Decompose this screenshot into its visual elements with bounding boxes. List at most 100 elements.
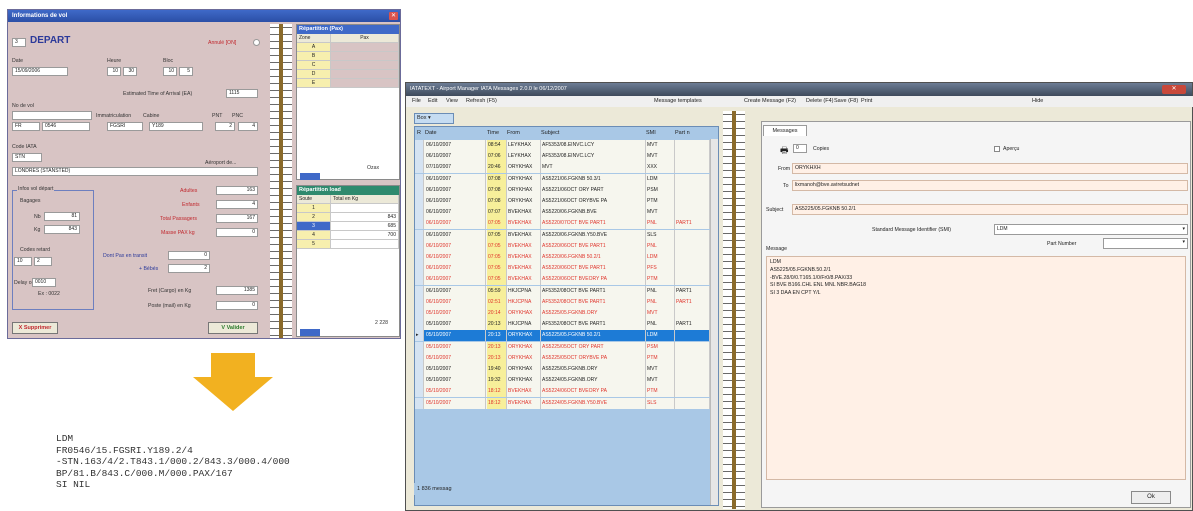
kg-field[interactable]: 843 bbox=[44, 225, 80, 234]
menu-hide[interactable]: Hide bbox=[1032, 97, 1043, 106]
smi-select[interactable]: LDM ▾ bbox=[994, 224, 1188, 235]
eta-field[interactable]: 1115 bbox=[226, 89, 258, 98]
ok-button[interactable]: Ok bbox=[1131, 491, 1171, 504]
grid-head-subject[interactable]: Subject bbox=[541, 127, 559, 139]
table-row[interactable]: 06/10/2007 07:05 BVEKHAX AS5220/06OCT BVE P… bbox=[415, 240, 718, 252]
table-row[interactable]: 06/10/2007 08:54 LEYKHAX AF5353/08.EINVC.LC… bbox=[415, 140, 718, 151]
heure-minutes-field[interactable]: 30 bbox=[123, 67, 137, 76]
rep-load-row[interactable]: 5 bbox=[297, 240, 399, 249]
grid-head-from[interactable]: From bbox=[507, 127, 520, 139]
table-row[interactable]: 05/10/2007 20:14 ORYKHAX AS5225/05.FGKNB.OR… bbox=[415, 308, 718, 319]
menu-edit[interactable]: Edit bbox=[428, 97, 437, 106]
bloc-hours-field[interactable]: 10 bbox=[163, 67, 177, 76]
bloc-minutes-field[interactable]: 5 bbox=[179, 67, 193, 76]
table-row[interactable]: 05/10/2007 20:13 ORYKHAX AS5225/05OCT ORYBV… bbox=[415, 352, 718, 364]
copies-field[interactable]: 0 bbox=[793, 144, 807, 153]
table-row[interactable]: 06/10/2007 07:05 BVEKHAX AS5220/06.FGKNB.Y5… bbox=[415, 229, 718, 241]
pnt-field[interactable]: 2 bbox=[215, 122, 235, 131]
rep-pax-row[interactable]: D bbox=[297, 70, 399, 79]
table-row[interactable]: 06/10/2007 07:07 BVEKHAX AS5220/06.FGKNB.BV… bbox=[415, 207, 718, 219]
table-row[interactable]: 05/10/2007 20:13 HKJCPNA AF5352/08OCT BVE P… bbox=[415, 319, 718, 331]
table-row[interactable]: 06/10/2007 07:06 LEYKHAX AF5353/08.EINVC.LC… bbox=[415, 151, 718, 163]
immat-field[interactable]: FGSRI bbox=[107, 122, 143, 131]
tab-messages[interactable]: Messages bbox=[763, 125, 807, 136]
menu-create-message[interactable]: Create Message (F2) bbox=[744, 97, 796, 106]
direction-select[interactable]: 3 bbox=[12, 38, 26, 47]
menu-print[interactable]: Print bbox=[861, 97, 872, 106]
rep-load-nav[interactable] bbox=[300, 329, 320, 336]
table-row[interactable]: 05/10/2007 19:32 ORYKHAX AS5224/05.FGKNB.OR… bbox=[415, 375, 718, 387]
printer-icon[interactable]: 🖶 bbox=[780, 143, 789, 159]
fret-field[interactable]: 1385 bbox=[216, 286, 258, 295]
table-row[interactable]: ▸ 05/10/2007 20:13 ORYKHAX AS5225/05.FGKNB 5… bbox=[415, 330, 718, 342]
date-field[interactable]: 15/09/2006 bbox=[12, 67, 68, 76]
from-field[interactable]: ORYKHXH bbox=[792, 163, 1188, 174]
adultes-field[interactable]: 163 bbox=[216, 186, 258, 195]
table-row[interactable]: 07/10/2007 20:46 ORYKHAX MVT XXX bbox=[415, 162, 718, 174]
table-row[interactable]: 05/10/2007 18:12 BVEKHAX AS5224/05.FGKNB.Y5… bbox=[415, 397, 718, 409]
to-field[interactable]: lixmanoh@bve.aviretsudnet bbox=[792, 180, 1188, 191]
pnc-field[interactable]: 4 bbox=[238, 122, 258, 131]
table-row[interactable]: 05/10/2007 20:13 ORYKHAX AS5225/05OCT ORY P… bbox=[415, 341, 718, 353]
airport-field[interactable]: LONDRES (STANSTED) bbox=[12, 167, 258, 176]
table-row[interactable]: 05/10/2007 19:40 ORYKHAX AS5225/05.FGKNB.OR… bbox=[415, 364, 718, 375]
table-row[interactable]: 06/10/2007 07:05 BVEKHAX AS5220/06.FGKNB 50… bbox=[415, 252, 718, 263]
menu-file[interactable]: File bbox=[412, 97, 421, 106]
bebes-field[interactable]: 2 bbox=[168, 264, 210, 273]
menu-message-templates[interactable]: Message templates bbox=[654, 97, 702, 106]
rep-pax-row[interactable]: E bbox=[297, 79, 399, 88]
table-row[interactable]: 06/10/2007 07:08 ORYKHAX AS5221/06.FGKNB 50… bbox=[415, 173, 718, 185]
table-row[interactable]: 06/10/2007 07:08 ORYKHAX AS5221/06OCT ORY P… bbox=[415, 184, 718, 196]
rep-load-row[interactable]: 4 700 bbox=[297, 231, 399, 240]
part-number-select[interactable]: ▾ bbox=[1103, 238, 1188, 249]
menu-save[interactable]: Save (F8) bbox=[834, 97, 858, 106]
total-pax-field[interactable]: 167 bbox=[216, 214, 258, 223]
poste-field[interactable]: 0 bbox=[216, 301, 258, 310]
rep-pax-row[interactable]: B bbox=[297, 52, 399, 61]
airline-field[interactable]: FR bbox=[12, 122, 40, 131]
table-row[interactable]: 05/10/2007 18:12 BVEKHAX AS5224/06OCT BVEOR… bbox=[415, 386, 718, 398]
grid-head-smi[interactable]: SMI bbox=[646, 127, 656, 139]
rep-load-row[interactable]: 2 843 bbox=[297, 213, 399, 222]
rep-pax-row[interactable]: C bbox=[297, 61, 399, 70]
menu-delete[interactable]: Delete (F4) bbox=[806, 97, 834, 106]
delay-field[interactable]: 0010 bbox=[32, 278, 56, 287]
nb-field[interactable]: 81 bbox=[44, 212, 80, 221]
close-icon[interactable]: ✕ bbox=[389, 12, 398, 20]
grid-head-r[interactable]: R bbox=[417, 127, 421, 139]
flightno-field[interactable]: 0546 bbox=[42, 122, 90, 131]
flight-select[interactable] bbox=[12, 111, 92, 120]
retard-1-field[interactable]: 10 bbox=[14, 257, 32, 266]
heure-hours-field[interactable]: 10 bbox=[107, 67, 121, 76]
enfants-field[interactable]: 4 bbox=[216, 200, 258, 209]
masse-field[interactable]: 0 bbox=[216, 228, 258, 237]
rep-pax-nav[interactable] bbox=[300, 173, 320, 180]
rep-pax-row[interactable]: A bbox=[297, 43, 399, 52]
grid-head-date[interactable]: Date bbox=[425, 127, 437, 139]
cabine-field[interactable]: Y189 bbox=[149, 122, 203, 131]
retard-2-field[interactable]: 2 bbox=[34, 257, 52, 266]
rep-load-row[interactable]: 1 bbox=[297, 204, 399, 213]
delete-button[interactable]: X Supprimer bbox=[12, 322, 58, 334]
grid-scrollbar[interactable] bbox=[710, 139, 718, 505]
table-row[interactable]: 06/10/2007 05:59 HKJCPNA AF5352/08OCT BVE P… bbox=[415, 285, 718, 297]
cancel-radio[interactable] bbox=[253, 39, 260, 46]
message-body[interactable]: LDM AS5225/05.FGKNB.50.2/1 -BVE.28/0/0.T… bbox=[766, 256, 1186, 480]
validate-button[interactable]: V Valider bbox=[208, 322, 258, 334]
close-icon[interactable]: ✕ bbox=[1162, 85, 1186, 94]
table-row[interactable]: 06/10/2007 07:05 BVEKHAX AS5220/06OCT BVE P… bbox=[415, 263, 718, 275]
menu-refresh[interactable]: Refresh (F5) bbox=[466, 97, 497, 106]
subject-field[interactable]: AS5225/05.FGKNB 50.2/1 bbox=[792, 204, 1188, 215]
table-row[interactable]: 06/10/2007 07:05 BVEKHAX AS5220/07OCT BVE P… bbox=[415, 218, 718, 230]
box-select[interactable]: Box ▾ bbox=[414, 113, 454, 124]
menu-view[interactable]: View bbox=[446, 97, 458, 106]
iata-field[interactable]: STN bbox=[12, 153, 42, 162]
table-row[interactable]: 06/10/2007 02:51 HKJCPNA AF5352/08OCT BVE P… bbox=[415, 296, 718, 308]
apercu-checkbox[interactable] bbox=[994, 146, 1000, 152]
table-row[interactable]: 06/10/2007 07:08 ORYKHAX AS5221/06OCT ORYBV… bbox=[415, 196, 718, 207]
grid-head-part[interactable]: Part n bbox=[675, 127, 690, 139]
grid-head-time[interactable]: Time bbox=[487, 127, 499, 139]
rep-load-row[interactable]: 3 685 bbox=[297, 222, 399, 231]
transit-field[interactable]: 0 bbox=[168, 251, 210, 260]
table-row[interactable]: 06/10/2007 07:05 BVEKHAX AS5220/06OCT BVEOR… bbox=[415, 274, 718, 286]
